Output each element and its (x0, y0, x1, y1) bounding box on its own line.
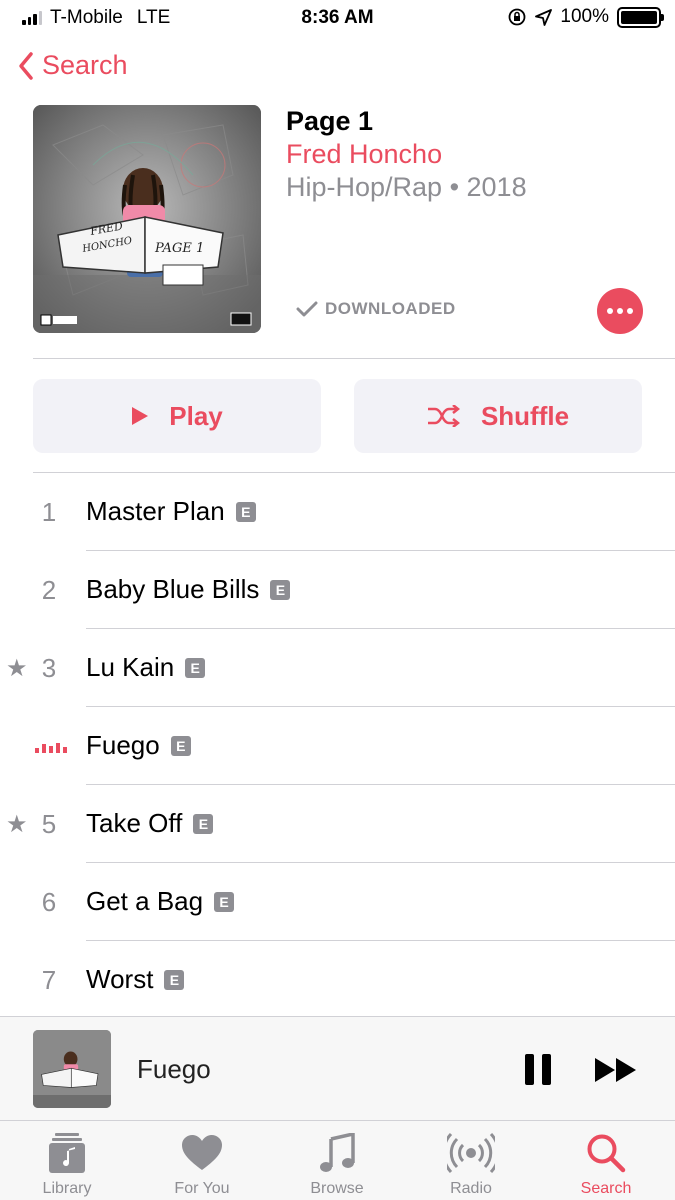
play-button[interactable]: Play (33, 379, 321, 453)
album-artwork[interactable]: FRED HONCHO PAGE 1 (33, 105, 261, 333)
tab-label: For You (174, 1180, 230, 1197)
music-note-icon (320, 1133, 355, 1172)
chevron-left-icon (19, 51, 33, 80)
location-icon (535, 8, 553, 26)
track-title: Get a Bag (86, 886, 204, 916)
heart-icon (182, 1135, 222, 1170)
ellipsis-dot (607, 308, 613, 314)
track-title-wrap: Lu Kain E (86, 652, 206, 683)
track-number: 3 (41, 653, 57, 683)
back-label: Search (42, 50, 128, 80)
album-title: Page 1 (286, 106, 374, 136)
album-meta: Hip-Hop/Rap • 2018 (286, 172, 527, 202)
track-number: 2 (41, 575, 57, 605)
explicit-badge: E (214, 891, 235, 912)
track-title-wrap: Master Plan E (86, 496, 256, 527)
pause-button[interactable] (525, 1054, 551, 1085)
track-title-wrap: Take Off E (86, 808, 214, 839)
explicit-badge: E (185, 657, 206, 678)
more-options-button[interactable] (597, 288, 643, 334)
track-row[interactable]: 7 Worst E (0, 941, 675, 1019)
orientation-lock-icon (508, 8, 526, 26)
explicit-badge: E (193, 813, 214, 834)
now-playing-title: Fuego (137, 1054, 211, 1084)
track-title-wrap: Get a Bag E (86, 886, 235, 917)
shuffle-icon (427, 405, 460, 427)
track-number: 7 (41, 965, 57, 995)
tab-for-you[interactable]: For You (137, 1121, 267, 1200)
track-row[interactable]: ★ 3 Lu Kain E (0, 629, 675, 707)
track-title: Take Off (86, 808, 183, 838)
now-playing-equalizer-icon (35, 741, 67, 753)
tab-browse[interactable]: Browse (272, 1121, 402, 1200)
track-row[interactable]: 1 Master Plan E (0, 473, 675, 551)
explicit-badge: E (164, 969, 185, 990)
track-number: 6 (41, 887, 57, 917)
downloaded-status: DOWNLOADED (296, 299, 456, 319)
search-icon (587, 1134, 626, 1173)
mini-player-artwork (33, 1030, 111, 1108)
pause-bar (525, 1054, 534, 1085)
tab-radio[interactable]: Radio (406, 1121, 536, 1200)
track-title-wrap: Fuego E (86, 730, 191, 761)
mini-player[interactable]: Fuego (0, 1016, 675, 1120)
track-row[interactable]: 2 Baby Blue Bills E (0, 551, 675, 629)
play-icon (132, 407, 149, 425)
tab-label: Radio (450, 1180, 492, 1197)
track-title: Baby Blue Bills (86, 574, 260, 604)
play-label: Play (169, 400, 223, 431)
track-number: 1 (41, 497, 57, 527)
explicit-badge: E (235, 501, 256, 522)
explicit-badge: E (270, 579, 291, 600)
tab-library[interactable]: Library (2, 1121, 132, 1200)
mini-artwork-image (33, 1030, 111, 1108)
track-number: 5 (41, 809, 57, 839)
star-icon: ★ (6, 655, 28, 682)
tab-label: Library (42, 1180, 92, 1197)
track-row[interactable]: 6 Get a Bag E (0, 863, 675, 941)
track-title: Fuego (86, 730, 160, 760)
star-icon: ★ (6, 811, 28, 838)
album-artist-link[interactable]: Fred Honcho (286, 139, 442, 170)
fast-forward-icon[interactable] (594, 1057, 638, 1083)
track-row[interactable]: ★ 5 Take Off E (0, 785, 675, 863)
track-title-wrap: Baby Blue Bills E (86, 574, 291, 605)
artwork-text-page: PAGE 1 (154, 241, 204, 256)
tab-search[interactable]: Search (541, 1121, 671, 1200)
album-artwork-image: FRED HONCHO PAGE 1 (33, 105, 261, 333)
track-title: Master Plan (86, 496, 225, 526)
tab-label: Browse (310, 1180, 364, 1197)
track-title: Worst (86, 964, 154, 994)
shuffle-button[interactable]: Shuffle (354, 379, 642, 453)
ellipsis-dot (617, 308, 623, 314)
battery-percent: 100% (560, 6, 609, 27)
explicit-badge: E (170, 735, 191, 756)
shuffle-label: Shuffle (480, 400, 570, 431)
tab-bar: Library For You Browse Radio Search (0, 1120, 675, 1200)
track-row-now-playing[interactable]: Fuego E (0, 707, 675, 785)
header-divider (33, 358, 675, 359)
track-title: Lu Kain (86, 652, 175, 682)
status-bar: T-Mobile LTE 8:36 AM 100% (0, 0, 675, 36)
library-icon (49, 1133, 85, 1173)
battery-icon (617, 6, 664, 28)
pause-bar (542, 1054, 551, 1085)
tab-label: Search (580, 1180, 632, 1197)
radio-icon (447, 1133, 495, 1173)
checkmark-icon (296, 301, 318, 317)
track-title-wrap: Worst E (86, 964, 185, 995)
ellipsis-dot (627, 308, 633, 314)
downloaded-label: DOWNLOADED (325, 299, 456, 318)
status-right: 100% (507, 6, 664, 28)
back-button[interactable]: Search (18, 50, 128, 81)
